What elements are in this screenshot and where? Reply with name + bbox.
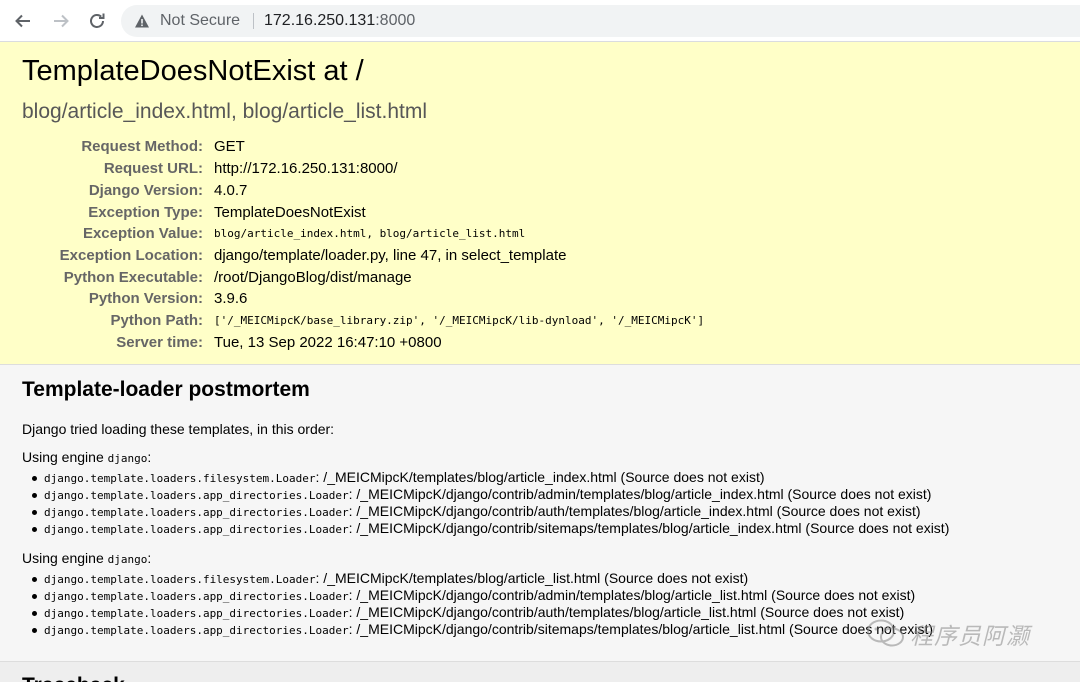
loader-name: django.template.loaders.app_directories.… bbox=[44, 523, 349, 536]
browser-toolbar: Not Secure 172.16.250.131:8000 bbox=[0, 0, 1080, 42]
address-bar[interactable]: Not Secure 172.16.250.131:8000 bbox=[121, 5, 1080, 37]
meta-key: Server time: bbox=[116, 334, 203, 351]
engine-name: django bbox=[107, 452, 148, 465]
loader-name: django.template.loaders.filesystem.Loade… bbox=[44, 573, 316, 586]
list-item: django.template.loaders.app_directories.… bbox=[0, 621, 933, 638]
meta-key: Python Executable: bbox=[63, 269, 203, 286]
meta-row-request-method: Request Method: GET bbox=[0, 136, 1080, 158]
meta-key: Exception Location: bbox=[59, 247, 203, 264]
back-arrow-icon bbox=[15, 14, 30, 28]
template-path: : /_MEICMipcK/django/contrib/admin/templ… bbox=[348, 486, 932, 502]
engine-name: django bbox=[107, 553, 148, 566]
meta-row-python-version: Python Version: 3.9.6 bbox=[0, 288, 1080, 310]
meta-key: Exception Value: bbox=[82, 225, 203, 242]
url-text[interactable]: 172.16.250.131:8000 bbox=[264, 11, 415, 31]
url-host: 172.16.250.131 bbox=[264, 12, 376, 29]
forward-arrow-icon bbox=[54, 14, 69, 28]
meta-row-python-path: Python Path: ['/_MEICMipcK/base_library.… bbox=[0, 310, 1080, 332]
warning-icon[interactable] bbox=[134, 13, 150, 29]
list-item: django.template.loaders.app_directories.… bbox=[0, 604, 933, 621]
meta-key: Exception Type: bbox=[88, 204, 203, 221]
forward-button[interactable] bbox=[49, 9, 73, 33]
loader-name: django.template.loaders.app_directories.… bbox=[44, 607, 349, 620]
meta-value: Tue, 13 Sep 2022 16:47:10 +0800 bbox=[214, 334, 442, 351]
meta-row-exception-value: Exception Value: blog/article_index.html… bbox=[0, 223, 1080, 245]
loader-name: django.template.loaders.app_directories.… bbox=[44, 506, 349, 519]
list-item: django.template.loaders.app_directories.… bbox=[0, 520, 949, 537]
postmortem-heading: Template-loader postmortem bbox=[22, 378, 310, 401]
traceback-heading: Traceback bbox=[22, 673, 125, 682]
template-path: : /_MEICMipcK/django/contrib/auth/templa… bbox=[348, 503, 921, 519]
template-path: : /_MEICMipcK/django/contrib/auth/templa… bbox=[348, 604, 905, 620]
meta-value: 3.9.6 bbox=[214, 290, 248, 307]
meta-key: Python Version: bbox=[88, 290, 203, 307]
list-item: django.template.loaders.app_directories.… bbox=[0, 486, 949, 503]
meta-row-request-url: Request URL: http://172.16.250.131:8000/ bbox=[0, 158, 1080, 180]
exception-subtitle: blog/article_index.html, blog/article_li… bbox=[22, 100, 428, 123]
reload-button[interactable] bbox=[85, 9, 109, 33]
template-path: : /_MEICMipcK/django/contrib/admin/templ… bbox=[348, 587, 916, 603]
template-path: : /_MEICMipcK/templates/blog/article_lis… bbox=[315, 570, 749, 586]
meta-value: TemplateDoesNotExist bbox=[214, 204, 366, 221]
list-item: django.template.loaders.app_directories.… bbox=[0, 503, 949, 520]
meta-value: GET bbox=[214, 138, 245, 155]
engine-label: Using engine django: bbox=[22, 549, 151, 569]
meta-value: /root/DjangoBlog/dist/manage bbox=[214, 269, 412, 286]
engine-suffix: : bbox=[147, 449, 152, 465]
meta-row-exception-location: Exception Location: django/template/load… bbox=[0, 245, 1080, 267]
reload-icon bbox=[90, 13, 105, 28]
meta-key: Python Path: bbox=[110, 312, 204, 329]
meta-row-django-version: Django Version: 4.0.7 bbox=[0, 180, 1080, 202]
meta-value: 4.0.7 bbox=[214, 182, 248, 199]
list-item: django.template.loaders.filesystem.Loade… bbox=[0, 469, 949, 486]
meta-key: Request URL: bbox=[103, 160, 203, 177]
meta-value: http://172.16.250.131:8000/ bbox=[214, 160, 398, 177]
meta-row-exception-type: Exception Type: TemplateDoesNotExist bbox=[0, 202, 1080, 224]
template-path: : /_MEICMipcK/templates/blog/article_ind… bbox=[315, 469, 765, 485]
loader-name: django.template.loaders.app_directories.… bbox=[44, 489, 349, 502]
back-button[interactable] bbox=[11, 9, 35, 33]
summary-section: TemplateDoesNotExist at / blog/article_i… bbox=[0, 42, 1080, 365]
list-item: django.template.loaders.app_directories.… bbox=[0, 587, 933, 604]
meta-key: Django Version: bbox=[88, 182, 203, 199]
address-separator bbox=[253, 13, 254, 29]
loader-name: django.template.loaders.filesystem.Loade… bbox=[44, 472, 316, 485]
traceback-section: Traceback bbox=[0, 661, 1080, 682]
page-title: TemplateDoesNotExist at / bbox=[22, 55, 364, 87]
meta-key: Request Method: bbox=[81, 138, 203, 155]
engine-prefix: Using engine bbox=[22, 449, 108, 465]
template-list: django.template.loaders.filesystem.Loade… bbox=[0, 570, 933, 638]
meta-row-server-time: Server time: Tue, 13 Sep 2022 16:47:10 +… bbox=[0, 332, 1080, 354]
template-postmortem-section: Template-loader postmortem Django tried … bbox=[0, 365, 1080, 661]
loader-name: django.template.loaders.app_directories.… bbox=[44, 590, 349, 603]
engine-prefix: Using engine bbox=[22, 550, 108, 566]
meta-value: django/template/loader.py, line 47, in s… bbox=[214, 247, 567, 264]
loader-name: django.template.loaders.app_directories.… bbox=[44, 624, 349, 637]
meta-value: ['/_MEICMipcK/base_library.zip', '/_MEIC… bbox=[214, 314, 705, 327]
meta-row-python-executable: Python Executable: /root/DjangoBlog/dist… bbox=[0, 267, 1080, 289]
template-path: : /_MEICMipcK/django/contrib/sitemaps/te… bbox=[348, 621, 934, 637]
security-label[interactable]: Not Secure bbox=[160, 11, 240, 31]
list-item: django.template.loaders.filesystem.Loade… bbox=[0, 570, 933, 587]
engine-label: Using engine django: bbox=[22, 448, 151, 468]
url-port: :8000 bbox=[375, 12, 416, 29]
template-list: django.template.loaders.filesystem.Loade… bbox=[0, 469, 949, 537]
template-path: : /_MEICMipcK/django/contrib/sitemaps/te… bbox=[348, 520, 950, 536]
postmortem-intro: Django tried loading these templates, in… bbox=[22, 421, 335, 437]
engine-suffix: : bbox=[147, 550, 152, 566]
meta-value: blog/article_index.html, blog/article_li… bbox=[214, 227, 526, 240]
